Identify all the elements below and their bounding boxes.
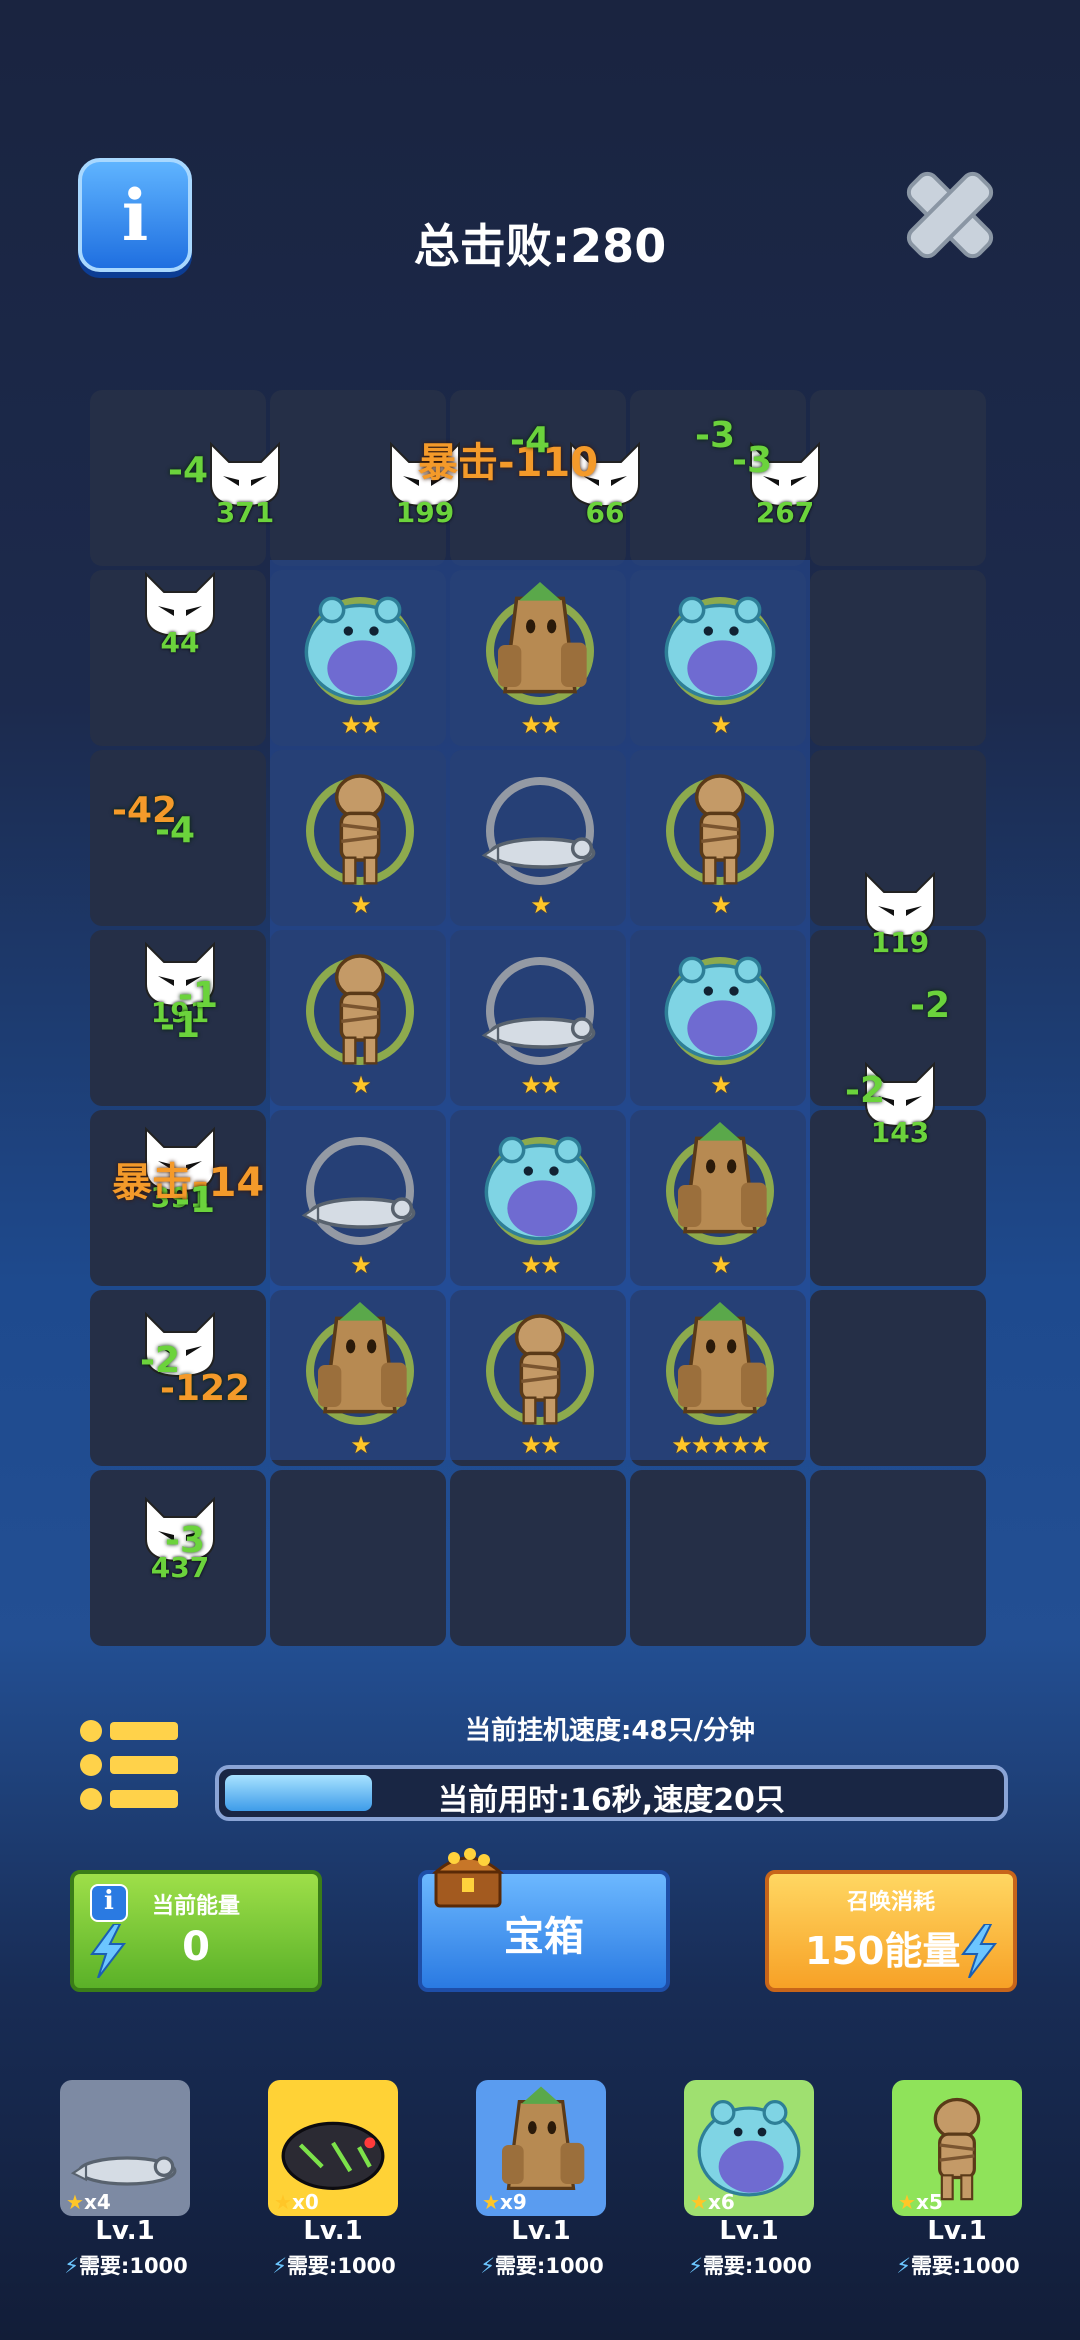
energy-card: i 当前能量 0 [70,1870,322,1992]
unit-count-value: x9 [499,2190,527,2214]
upgrade-cost: ⚡需要:1000 [670,2250,830,2280]
upgrade-cost-value: 需要:1000 [494,2254,604,2278]
summon-button[interactable]: 召唤消耗 150能量 [765,1870,1017,1992]
upgrade-cost-value: 需要:1000 [286,2254,396,2278]
energy-value: 0 [182,1924,210,1970]
menu-button[interactable] [80,1720,180,1820]
unit-count: ★x5 [898,2190,943,2214]
chest-label: 宝箱 [504,1914,584,1960]
lightning-icon [959,1923,999,1982]
damage-text: -4 [155,810,195,851]
unit-level: Lv.1 [927,2216,987,2246]
shop-slot-treant[interactable]: ★x9 Lv.1 ⚡需要:1000 [476,2080,606,2310]
damage-text: -122 [160,1368,251,1409]
chest-button[interactable]: 宝箱 [418,1848,670,1992]
lightning-icon: ⚡ [896,2254,911,2278]
critical-damage-text: 暴击-110 [418,440,599,486]
unit-level: Lv.1 [719,2216,779,2246]
upgrade-cost: ⚡需要:1000 [878,2250,1038,2280]
damage-text: -3 [165,1520,205,1561]
lightning-icon: ⚡ [64,2254,79,2278]
damage-layer: -4 暴击-110 -4 -3 -3 -42 -4 -1 -1 -2 -2 暴击-14 -1 -2 -122… [0,0,1080,1700]
star-icon: ★ [690,2190,708,2214]
unit-count-value: x0 [291,2190,319,2214]
time-speed-text: 当前用时:16秒,速度20只 [438,1783,785,1818]
unit-count-value: x4 [83,2190,111,2214]
damage-text: -3 [732,440,772,481]
summon-cost-label: 召唤消耗 [846,1890,935,1915]
star-icon: ★ [482,2190,500,2214]
lightning-icon: ⚡ [272,2254,287,2278]
lightning-icon: ⚡ [480,2254,495,2278]
unit-count: ★x6 [690,2190,735,2214]
upgrade-cost: ⚡需要:1000 [46,2250,206,2280]
shop-slot-mummy[interactable]: ★x5 Lv.1 ⚡需要:1000 [892,2080,1022,2310]
damage-text: -4 [168,450,208,491]
star-icon: ★ [898,2190,916,2214]
lightning-icon: ⚡ [688,2254,703,2278]
star-icon: ★ [274,2190,292,2214]
energy-label: 当前能量 [152,1894,241,1919]
damage-text: -2 [845,1070,885,1111]
star-icon: ★ [66,2190,84,2214]
unit-level: Lv.1 [95,2216,155,2246]
unit-count-value: x6 [707,2190,735,2214]
upgrade-cost-value: 需要:1000 [910,2254,1020,2278]
upgrade-cost-value: 需要:1000 [78,2254,188,2278]
unit-count: ★x0 [274,2190,319,2214]
shop-slot-yeti[interactable]: ★x6 Lv.1 ⚡需要:1000 [684,2080,814,2310]
shop-slot-boar[interactable]: ★x0 Lv.1 ⚡需要:1000 [268,2080,398,2310]
summon-cost-value: 150能量 [805,1929,961,1973]
damage-text: -4 [510,420,550,461]
unit-level: Lv.1 [303,2216,363,2246]
time-progress-bar: 当前用时:16秒,速度20只 [215,1765,1008,1821]
info-icon[interactable]: i [90,1884,128,1922]
damage-text: -3 [695,415,735,456]
damage-text: -2 [910,985,950,1026]
unit-count: ★x9 [482,2190,527,2214]
damage-text: -1 [160,1005,200,1046]
shop-slot-lizard[interactable]: ★x4 Lv.1 ⚡需要:1000 [60,2080,190,2310]
upgrade-cost-value: 需要:1000 [702,2254,812,2278]
unit-level: Lv.1 [511,2216,571,2246]
upgrade-cost: ⚡需要:1000 [254,2250,414,2280]
unit-count: ★x4 [66,2190,111,2214]
damage-text: -1 [175,1180,215,1221]
upgrade-cost: ⚡需要:1000 [462,2250,622,2280]
unit-count-value: x5 [915,2190,943,2214]
idle-speed-label: 当前挂机速度:48只/分钟 [464,1716,756,1746]
